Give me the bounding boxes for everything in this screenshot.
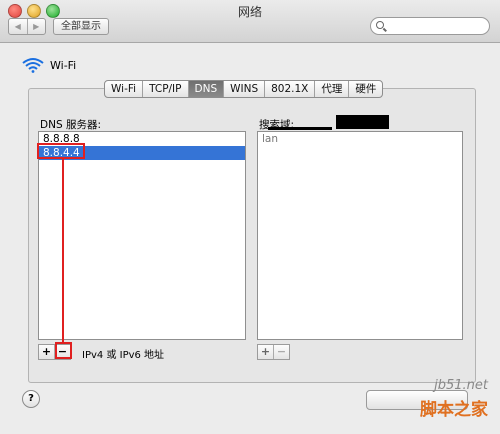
remove-search-domain-button[interactable]: − bbox=[274, 345, 289, 359]
tab-hardware[interactable]: 硬件 bbox=[349, 81, 382, 97]
wifi-icon bbox=[22, 58, 44, 73]
title-bar: 网络 ◀ ▶ 全部显示 bbox=[0, 0, 500, 43]
annotation-connector-line bbox=[62, 159, 64, 342]
service-header: Wi-Fi bbox=[22, 57, 76, 73]
tab-proxies[interactable]: 代理 bbox=[315, 81, 350, 97]
tab-dns[interactable]: DNS bbox=[188, 81, 225, 97]
annotation-highlight-selected-server bbox=[37, 143, 85, 159]
back-icon[interactable]: ◀ bbox=[9, 19, 28, 34]
watermark-domain: jb51.net bbox=[434, 378, 488, 393]
watermark-text: 脚本之家 bbox=[420, 400, 488, 420]
dns-servers-list[interactable]: 8.8.8.8 8.8.4.4 bbox=[38, 131, 246, 340]
tab-wifi[interactable]: Wi-Fi bbox=[105, 81, 144, 97]
add-dns-button[interactable]: + bbox=[39, 345, 55, 359]
list-item[interactable]: lan bbox=[258, 132, 462, 146]
search-add-remove-control: + − bbox=[257, 344, 290, 360]
search-field[interactable] bbox=[370, 17, 490, 35]
tab-wins[interactable]: WINS bbox=[224, 81, 266, 97]
tab-8021x[interactable]: 802.1X bbox=[265, 81, 316, 97]
search-icon bbox=[376, 21, 384, 29]
dns-servers-label: DNS 服务器: bbox=[40, 119, 101, 131]
help-button[interactable]: ? bbox=[22, 390, 40, 408]
search-domains-list[interactable]: lan bbox=[257, 131, 463, 340]
show-all-button[interactable]: 全部显示 bbox=[53, 18, 109, 35]
dns-hint-text: IPv4 或 IPv6 地址 bbox=[82, 350, 165, 361]
service-name: Wi-Fi bbox=[50, 58, 77, 72]
annotation-highlight-remove-button bbox=[55, 342, 72, 359]
tab-bar: Wi-Fi TCP/IP DNS WINS 802.1X 代理 硬件 bbox=[104, 80, 384, 98]
forward-icon[interactable]: ▶ bbox=[28, 19, 46, 34]
tab-tcpip[interactable]: TCP/IP bbox=[143, 81, 189, 97]
back-forward-control: ◀ ▶ bbox=[8, 18, 46, 35]
redaction-block bbox=[336, 115, 389, 129]
redaction-bar bbox=[268, 127, 332, 130]
add-search-domain-button[interactable]: + bbox=[258, 345, 274, 359]
watermark: jb51.net 脚本之家 bbox=[420, 378, 488, 420]
